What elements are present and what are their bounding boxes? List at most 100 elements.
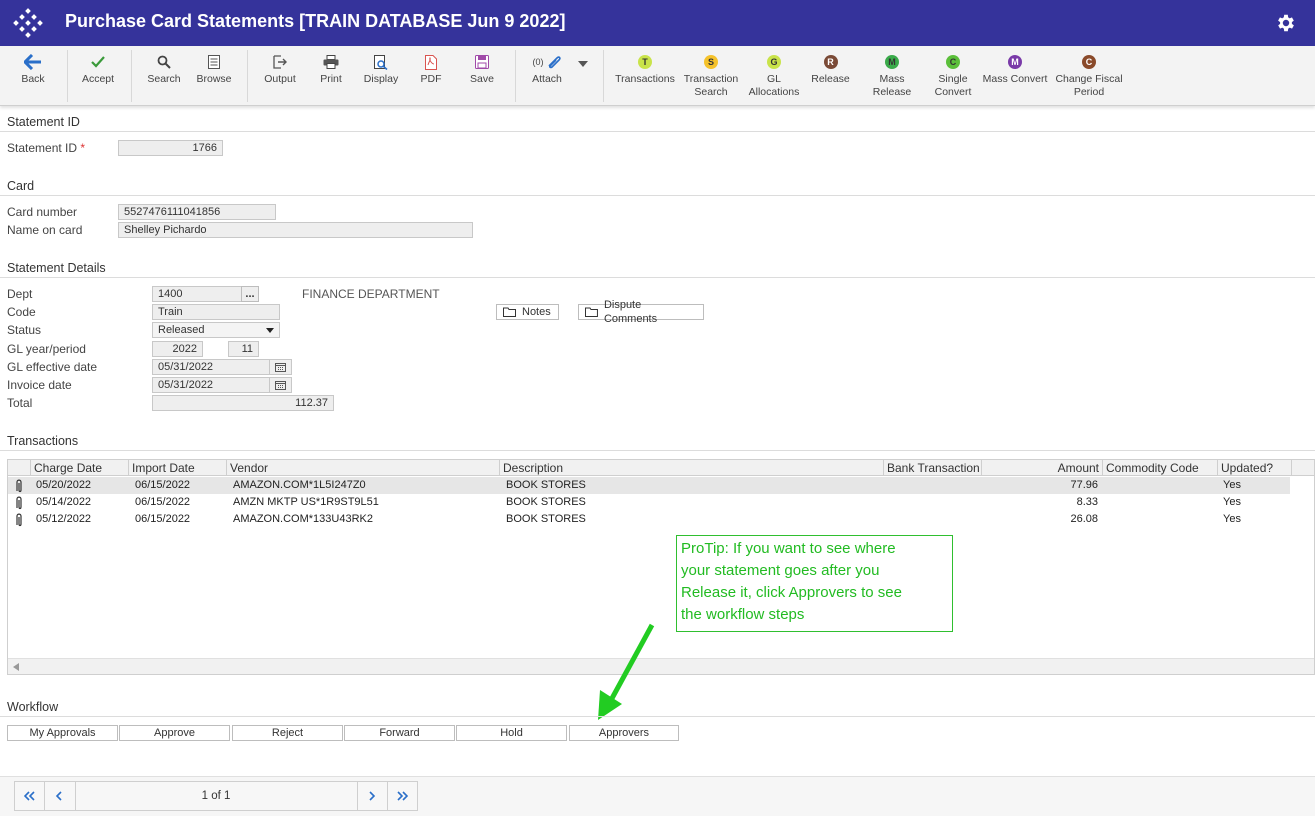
code-field[interactable]: Train	[152, 304, 280, 320]
charge-date-cell: 05/20/2022	[36, 479, 92, 491]
my-approvals-button[interactable]: My Approvals	[7, 725, 118, 741]
back-button[interactable]: Back	[10, 52, 56, 86]
transaction-search-button[interactable]: S Transaction Search	[680, 52, 742, 99]
attach-label: Attach	[532, 73, 562, 85]
gl-year-field[interactable]: 2022	[152, 341, 203, 357]
amount-cell: 26.08	[1070, 513, 1098, 525]
change-fiscal-label-2: Period	[1073, 86, 1105, 98]
pdf-button[interactable]: PDF	[407, 52, 455, 86]
back-label: Back	[21, 73, 45, 85]
pdf-label: PDF	[420, 73, 442, 85]
transactions-button[interactable]: T Transactions	[614, 52, 676, 86]
search-button[interactable]: Search	[140, 52, 188, 86]
previous-page-button[interactable]	[44, 782, 74, 810]
charge-date-cell: 05/12/2022	[36, 513, 92, 525]
browse-list-icon	[208, 55, 220, 69]
output-label: Output	[264, 73, 296, 85]
mass-convert-button[interactable]: M Mass Convert	[982, 52, 1048, 86]
paperclip-icon	[547, 56, 561, 69]
statement-id-heading: Statement ID	[7, 115, 80, 129]
statement-id-field[interactable]: 1766	[118, 140, 223, 156]
save-button[interactable]: Save	[458, 52, 506, 86]
printer-icon	[323, 55, 339, 69]
forward-button[interactable]: Forward	[344, 725, 455, 741]
release-circle-icon: R	[823, 55, 838, 69]
paperclip-icon[interactable]	[15, 477, 25, 494]
transactions-label: Transactions	[615, 73, 675, 85]
calendar-icon	[275, 381, 286, 390]
mass-convert-circle-icon: M	[1008, 55, 1022, 69]
invoice-date-field[interactable]: 05/31/2022	[152, 377, 270, 393]
amount-cell: 8.33	[1076, 496, 1098, 508]
release-label: Release	[811, 73, 850, 85]
gl-period-field[interactable]: 11	[228, 341, 259, 357]
horizontal-scrollbar[interactable]	[8, 658, 1314, 674]
output-button[interactable]: Output	[256, 52, 304, 86]
table-row[interactable]: 05/20/2022 06/15/2022 AMAZON.COM*1L5I247…	[8, 477, 1290, 494]
attachment-column-header	[8, 460, 31, 476]
commodity-code-header[interactable]: Commodity Code	[1103, 460, 1218, 476]
card-number-field[interactable]: 5527476111041856	[118, 204, 276, 220]
amount-header[interactable]: Amount	[982, 460, 1103, 476]
vendor-header[interactable]: Vendor	[227, 460, 500, 476]
mass-release-button[interactable]: M Mass Release	[860, 52, 924, 99]
charge-date-header[interactable]: Charge Date	[31, 460, 129, 476]
approve-button[interactable]: Approve	[119, 725, 230, 741]
reject-button[interactable]: Reject	[232, 725, 343, 741]
attach-button[interactable]: (0) Attach	[522, 52, 572, 86]
change-fiscal-period-button[interactable]: C Change Fiscal Period	[1054, 52, 1124, 99]
last-page-button[interactable]	[387, 782, 417, 810]
description-header[interactable]: Description	[500, 460, 884, 476]
settings-gear-icon[interactable]	[1275, 12, 1297, 34]
import-date-header[interactable]: Import Date	[129, 460, 227, 476]
single-convert-label-1: Single	[938, 73, 968, 85]
approvers-button[interactable]: Approvers	[569, 725, 679, 741]
bank-transaction-header[interactable]: Bank Transaction	[884, 460, 982, 476]
accept-button[interactable]: Accept	[72, 52, 124, 86]
invoice-date-calendar-button[interactable]	[270, 377, 292, 393]
dept-label: Dept	[7, 287, 33, 301]
gl-effective-date-field[interactable]: 05/31/2022	[152, 359, 270, 375]
attach-dropdown-button[interactable]	[574, 58, 592, 71]
table-row[interactable]: 05/12/2022 06/15/2022 AMAZON.COM*133U43R…	[8, 511, 1290, 528]
print-button[interactable]: Print	[307, 52, 355, 86]
single-convert-label-2: Convert	[934, 86, 972, 98]
import-date-cell: 06/15/2022	[135, 479, 191, 491]
first-page-button[interactable]	[15, 782, 45, 810]
name-on-card-field[interactable]: Shelley Pichardo	[118, 222, 473, 238]
dept-lookup-button[interactable]: ...	[241, 286, 259, 302]
change-fiscal-label-1: Change Fiscal	[1055, 73, 1123, 85]
invoice-date-label: Invoice date	[7, 378, 72, 392]
folder-icon	[585, 307, 598, 317]
notes-button[interactable]: Notes	[496, 304, 559, 320]
double-chevron-right-icon	[397, 791, 408, 801]
gl-allocations-button[interactable]: G GL Allocations	[746, 52, 802, 99]
chevron-left-icon	[55, 791, 62, 801]
search-icon	[157, 55, 171, 69]
status-select[interactable]: Released	[152, 322, 280, 338]
attach-count: (0)	[532, 56, 544, 67]
table-row[interactable]: 05/14/2022 06/15/2022 AMZN MKTP US*1R9ST…	[8, 494, 1290, 511]
dept-field[interactable]: 1400	[152, 286, 242, 302]
save-disk-icon	[475, 55, 489, 69]
calendar-icon	[275, 363, 286, 372]
dispute-comments-button[interactable]: Dispute Comments	[578, 299, 704, 325]
charge-date-cell: 05/14/2022	[36, 496, 92, 508]
browse-button[interactable]: Browse	[190, 52, 238, 86]
double-chevron-left-icon	[24, 791, 35, 801]
updated-header[interactable]: Updated?	[1218, 460, 1292, 476]
gl-effective-date-calendar-button[interactable]	[270, 359, 292, 375]
name-on-card-label: Name on card	[7, 223, 83, 237]
gl-allocations-label-1: GL	[766, 73, 781, 85]
single-convert-button[interactable]: C Single Convert	[930, 52, 976, 99]
scroll-left-icon[interactable]	[13, 663, 19, 671]
release-button[interactable]: R Release	[808, 52, 853, 86]
change-fiscal-circle-icon: C	[1082, 55, 1096, 69]
hold-button[interactable]: Hold	[456, 725, 567, 741]
next-page-button[interactable]	[357, 782, 387, 810]
paperclip-icon[interactable]	[15, 494, 25, 511]
paperclip-icon[interactable]	[15, 511, 25, 528]
updated-cell: Yes	[1223, 479, 1241, 491]
display-button[interactable]: Display	[357, 52, 405, 86]
amount-cell: 77.96	[1070, 479, 1098, 491]
